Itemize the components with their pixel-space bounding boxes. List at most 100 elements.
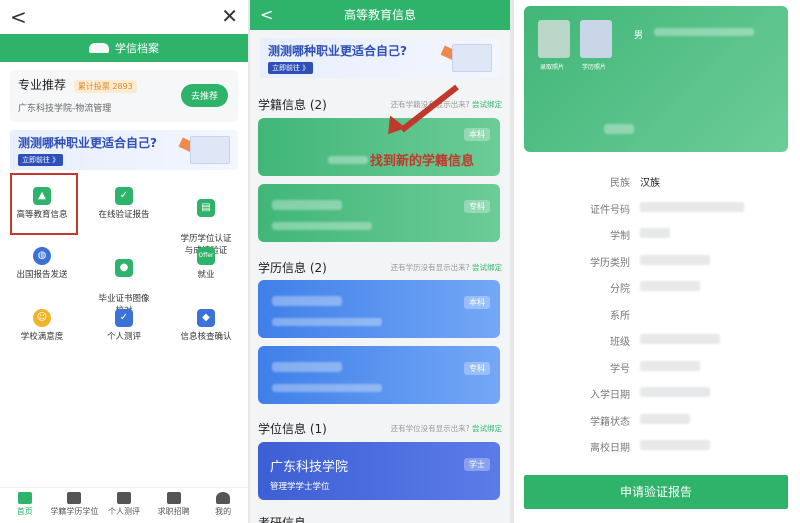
career-test-banner[interactable]: 测测哪种职业更适合自己? 立即前往 》 bbox=[260, 38, 500, 78]
education-section-header: 学历信息 (2) 还有学历没有显示出来? 尝试绑定 bbox=[258, 259, 502, 276]
enrollment-section-header: 学籍信息 (2) 还有学籍没有显示出来? 尝试绑定 bbox=[258, 96, 502, 113]
career-test-banner[interactable]: 测测哪种职业更适合自己? 立即前往 》 bbox=[10, 130, 238, 170]
cloud-logo-icon bbox=[89, 43, 109, 53]
chart-paper-icon bbox=[452, 44, 492, 72]
grid-item-employment[interactable]: Offer 就业 bbox=[166, 247, 246, 281]
field-label: 证件号码 bbox=[590, 204, 630, 216]
field-row: 分院 bbox=[524, 274, 788, 301]
grid-label: 出国报告发送 bbox=[16, 270, 68, 280]
redacted-value bbox=[640, 334, 720, 344]
grid-item-satisfaction[interactable]: ☺ 学校满意度 bbox=[2, 309, 82, 343]
redacted-text bbox=[654, 28, 754, 36]
degree-section-header: 学位信息 (1) 还有学位没有显示出来? 尝试绑定 bbox=[258, 420, 502, 437]
tab-home[interactable]: 首页 bbox=[0, 488, 50, 523]
bottom-tab-bar: 首页 学籍学历学位 个人测评 求职招聘 我的 bbox=[0, 487, 248, 523]
redacted-text bbox=[272, 384, 382, 392]
level-badge: 专科 bbox=[464, 362, 490, 375]
tab-label: 求职招聘 bbox=[157, 507, 190, 516]
back-icon[interactable]: < bbox=[260, 0, 273, 30]
education-card[interactable]: 专科 bbox=[258, 346, 500, 404]
redacted-text bbox=[272, 362, 342, 372]
tab-label: 个人测评 bbox=[107, 507, 140, 516]
redacted-value bbox=[640, 281, 700, 291]
section-hint: 还有学籍没有显示出来? 尝试绑定 bbox=[391, 99, 502, 110]
grid-item-personal-test[interactable]: ✓ 个人测评 bbox=[84, 309, 164, 343]
person-icon bbox=[216, 492, 231, 504]
field-row: 学籍状态 bbox=[524, 407, 788, 434]
shield-check-icon: ✓ bbox=[115, 187, 133, 205]
education-card[interactable]: 本科 bbox=[258, 280, 500, 338]
bind-link[interactable]: 尝试绑定 bbox=[472, 263, 502, 272]
admission-photo[interactable] bbox=[538, 20, 570, 58]
photo-label: 学历照片 bbox=[582, 64, 607, 71]
grid-label: 就业 bbox=[197, 270, 215, 280]
degree-card[interactable]: 广东科技学院 管理学学士学位 学士 bbox=[258, 442, 500, 500]
banner-go-button[interactable]: 立即前往 》 bbox=[18, 154, 64, 166]
highlight-box bbox=[10, 173, 78, 235]
section-title: 学籍信息 (2) bbox=[258, 98, 327, 112]
enrollment-card[interactable]: 专科 bbox=[258, 184, 500, 242]
bind-link[interactable]: 尝试绑定 bbox=[472, 100, 502, 109]
grid-label: 在线验证报告 bbox=[98, 210, 150, 220]
clipboard-check-icon: ✓ bbox=[115, 309, 133, 327]
field-row: 入学日期 bbox=[524, 380, 788, 407]
home-icon bbox=[17, 492, 32, 504]
redacted-value bbox=[640, 413, 690, 424]
postgrad-section-header: 考研信息 bbox=[258, 514, 502, 523]
field-row: 系所 bbox=[524, 301, 788, 328]
grid-label: 个人测评 bbox=[106, 332, 141, 342]
tab-personal-test[interactable]: 个人测评 bbox=[99, 488, 149, 523]
field-row: 学历类别 bbox=[524, 248, 788, 275]
field-row: 学制 bbox=[524, 221, 788, 248]
grid-label: 学校满意度 bbox=[20, 332, 64, 342]
redacted-text bbox=[272, 222, 372, 230]
field-label: 班级 bbox=[610, 337, 630, 348]
level-badge: 本科 bbox=[464, 296, 490, 309]
field-label: 离校日期 bbox=[590, 443, 630, 454]
field-label: 分院 bbox=[610, 284, 630, 295]
cap-icon bbox=[67, 492, 82, 504]
field-label: 学号 bbox=[610, 363, 630, 375]
close-icon[interactable]: ✕ bbox=[221, 4, 238, 28]
tab-mine[interactable]: 我的 bbox=[198, 488, 248, 523]
grid-item-certificate-check[interactable]: ● 毕业证书图像 校对 bbox=[84, 247, 164, 317]
grid-item-info-confirm[interactable]: ◆ 信息核查确认 bbox=[166, 309, 246, 343]
tab-label: 学籍学历学位 bbox=[50, 507, 99, 516]
education-top-bar: < 高等教育信息 bbox=[250, 0, 510, 30]
apply-report-button[interactable]: 申请验证报告 bbox=[524, 475, 788, 509]
field-value: 汉族 bbox=[640, 178, 660, 189]
redacted-text bbox=[604, 124, 634, 134]
hint-text: 还有学位没有显示出来? bbox=[390, 424, 470, 433]
grid-item-online-report[interactable]: ✓ 在线验证报告 bbox=[84, 187, 164, 221]
tab-jobs[interactable]: 求职招聘 bbox=[149, 488, 199, 523]
tab-education[interactable]: 学籍学历学位 bbox=[50, 488, 100, 523]
bind-link[interactable]: 尝试绑定 bbox=[472, 424, 502, 433]
brand-title: 学信档案 bbox=[115, 42, 159, 55]
field-label: 民族 bbox=[610, 178, 630, 189]
offer-icon: Offer bbox=[197, 247, 215, 265]
redacted-value bbox=[640, 254, 710, 265]
globe-icon: ◍ bbox=[33, 247, 51, 265]
redacted-value bbox=[640, 440, 710, 450]
grid-item-abroad-report[interactable]: ◍ 出国报告发送 bbox=[2, 247, 82, 281]
redacted-value bbox=[640, 201, 744, 212]
field-label: 系所 bbox=[610, 310, 630, 322]
education-photo[interactable] bbox=[580, 20, 612, 58]
recommend-button[interactable]: 去推荐 bbox=[180, 84, 228, 107]
redacted-text bbox=[272, 318, 382, 326]
back-icon[interactable]: < bbox=[10, 5, 27, 29]
level-badge: 专科 bbox=[464, 200, 490, 213]
home-panel: < ✕ 学信档案 专业推荐 累计投票 2893 广东科技学院-物流管理 去推荐 … bbox=[0, 0, 248, 523]
redacted-value bbox=[640, 387, 710, 397]
annotation-text: 找到新的学籍信息 bbox=[370, 154, 475, 169]
banner-go-button[interactable]: 立即前往 》 bbox=[268, 62, 314, 74]
chart-paper-icon bbox=[190, 136, 230, 164]
major-recommend-card[interactable]: 专业推荐 累计投票 2893 广东科技学院-物流管理 去推荐 bbox=[10, 70, 238, 122]
vote-count-badge: 累计投票 2893 bbox=[73, 80, 137, 93]
brand-bar: 学信档案 bbox=[0, 34, 248, 62]
field-row: 离校日期 bbox=[524, 433, 788, 460]
enrollment-detail-panel: 录取照片 学历照片 男 民族 汉族 证件号码 学制 学历类别 分院 系所 班级 学… bbox=[514, 0, 800, 523]
recommend-title: 专业推荐 bbox=[18, 78, 67, 92]
section-title: 考研信息 bbox=[258, 516, 307, 523]
grid-label: 信息核查确认 bbox=[180, 332, 232, 342]
